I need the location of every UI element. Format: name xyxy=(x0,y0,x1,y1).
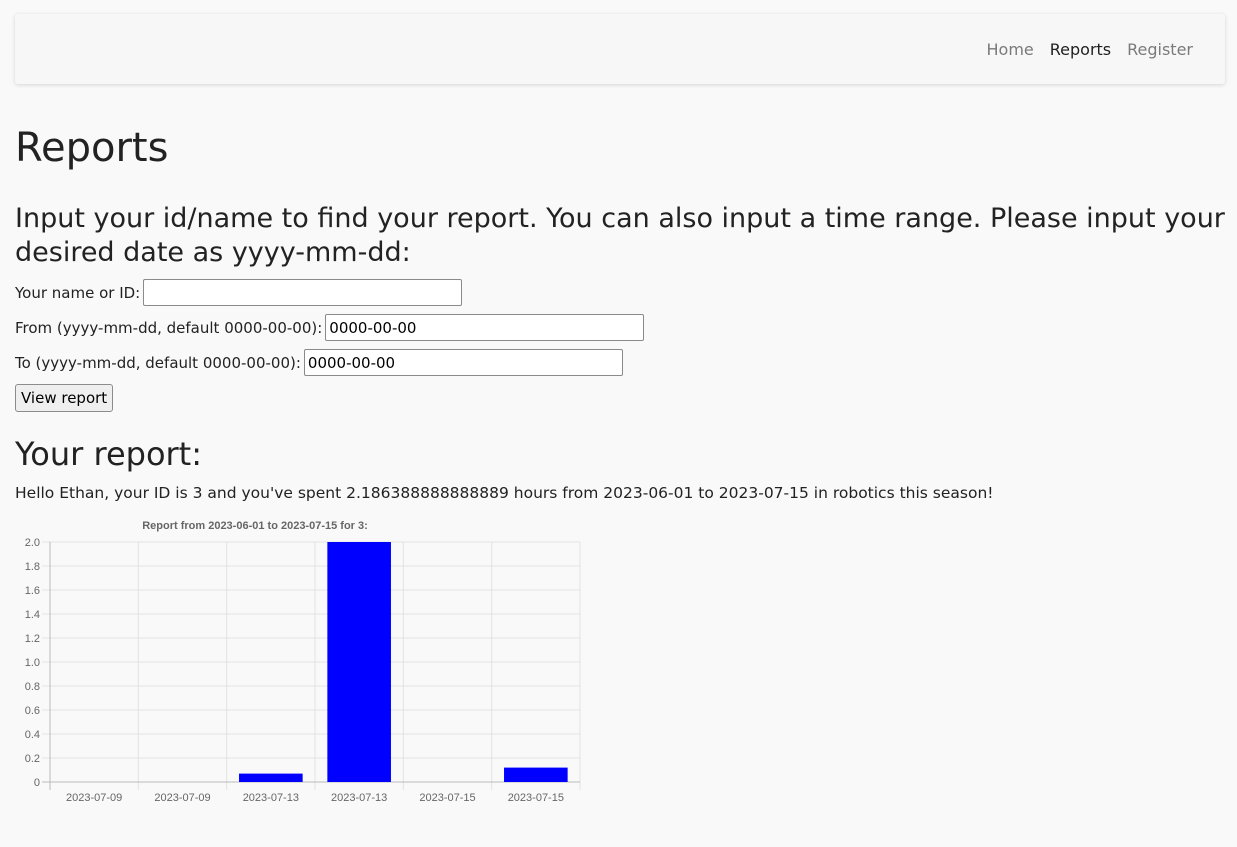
bar xyxy=(504,767,568,782)
nav-link-register[interactable]: Register xyxy=(1127,40,1193,60)
to-date-input[interactable] xyxy=(303,349,623,376)
y-tick-label: 1.8 xyxy=(25,561,40,573)
x-tick-label: 2023-07-13 xyxy=(243,792,299,804)
x-tick-label: 2023-07-15 xyxy=(419,792,475,804)
view-report-button[interactable]: View report xyxy=(15,384,114,412)
nav-links: Home Reports Register xyxy=(987,40,1194,60)
report-summary: Hello Ethan, your ID is 3 and you've spe… xyxy=(15,484,994,502)
page-title: Reports xyxy=(15,125,169,171)
to-label: To (yyyy-mm-dd, default 0000-00-00): xyxy=(15,353,301,372)
bar xyxy=(239,773,303,782)
bar xyxy=(327,542,391,782)
y-tick-label: 0 xyxy=(34,777,40,789)
y-tick-label: 1.2 xyxy=(25,633,40,645)
report-form: Your name or ID: From (yyyy-mm-dd, defau… xyxy=(15,277,1225,412)
main-content: Reports Input your id/name to find your … xyxy=(15,122,1225,503)
from-row: From (yyyy-mm-dd, default 0000-00-00): xyxy=(15,312,1225,343)
hours-bar-chart: Report from 2023-06-01 to 2023-07-15 for… xyxy=(25,520,581,804)
from-date-input[interactable] xyxy=(325,314,645,341)
y-tick-label: 1.0 xyxy=(25,657,40,669)
nav-link-reports[interactable]: Reports xyxy=(1050,40,1111,60)
report-prompt: Input your id/name to find your report. … xyxy=(15,203,1225,268)
x-tick-label: 2023-07-09 xyxy=(66,792,122,804)
x-tick-label: 2023-07-15 xyxy=(508,792,564,804)
to-row: To (yyyy-mm-dd, default 0000-00-00): xyxy=(15,347,1225,378)
name-input[interactable] xyxy=(143,279,463,306)
y-tick-label: 1.4 xyxy=(25,609,40,621)
report-heading: Your report: xyxy=(15,435,202,473)
navbar: Home Reports Register xyxy=(15,14,1225,84)
y-tick-label: 2.0 xyxy=(25,537,40,549)
chart-title: Report from 2023-06-01 to 2023-07-15 for… xyxy=(142,520,368,532)
y-tick-label: 1.6 xyxy=(25,585,40,597)
name-row: Your name or ID: xyxy=(15,277,1225,308)
y-tick-label: 0.2 xyxy=(25,753,40,765)
y-tick-label: 0.8 xyxy=(25,681,40,693)
nav-link-home[interactable]: Home xyxy=(987,40,1034,60)
y-tick-label: 0.6 xyxy=(25,705,40,717)
name-label: Your name or ID: xyxy=(15,283,141,302)
x-tick-label: 2023-07-13 xyxy=(331,792,387,804)
y-tick-label: 0.4 xyxy=(25,729,40,741)
x-tick-label: 2023-07-09 xyxy=(154,792,210,804)
from-label: From (yyyy-mm-dd, default 0000-00-00): xyxy=(15,318,323,337)
